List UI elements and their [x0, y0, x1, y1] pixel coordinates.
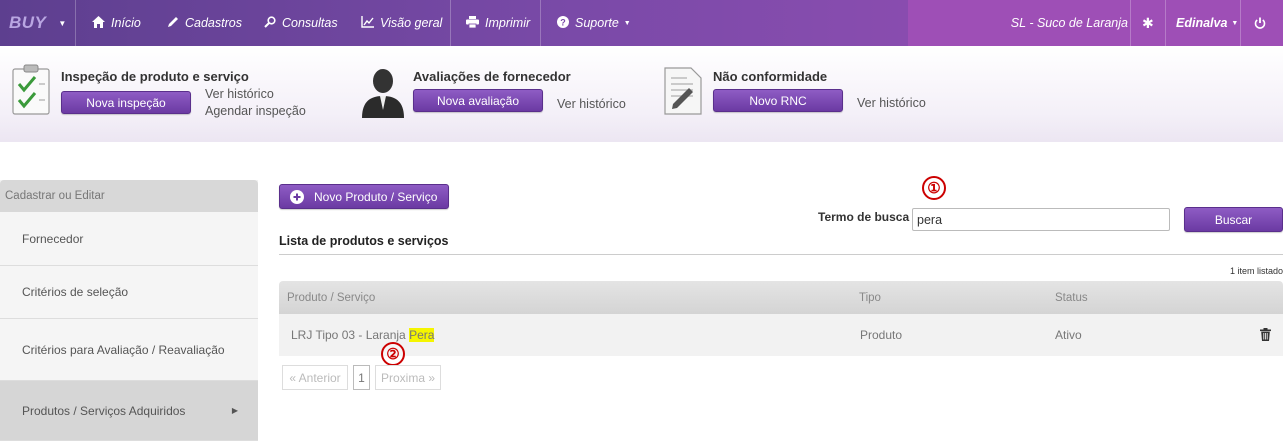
- search-highlight: Pera: [409, 328, 435, 342]
- new-evaluation-button[interactable]: Nova avaliação: [413, 89, 543, 112]
- search-button[interactable]: Buscar: [1184, 207, 1283, 232]
- nav-visao-geral-label: Visão geral: [380, 16, 443, 30]
- search-input[interactable]: [912, 208, 1170, 231]
- nav-consultas[interactable]: Consultas: [264, 0, 338, 46]
- company-name: SL - Suco de Laranja: [1010, 16, 1128, 30]
- rnc-history-link[interactable]: Ver histórico: [857, 96, 926, 110]
- sidebar-item-label: Fornecedor: [22, 231, 84, 246]
- trash-icon[interactable]: [1260, 328, 1271, 344]
- new-product-button[interactable]: Novo Produto / Serviço: [279, 184, 449, 209]
- inspection-history-link[interactable]: Ver histórico: [205, 87, 274, 101]
- nav-suporte-label: Suporte: [575, 16, 619, 30]
- evaluation-history-link[interactable]: Ver histórico: [557, 97, 626, 111]
- pagination-prev[interactable]: « Anterior: [282, 365, 348, 390]
- nav-inicio[interactable]: Início: [92, 0, 141, 46]
- annotation-2: ②: [381, 342, 405, 366]
- sidebar-item-label: Critérios para Avaliação / Reavaliação: [22, 342, 225, 357]
- chevron-down-icon: ▼: [1231, 19, 1239, 27]
- nav-inicio-label: Início: [111, 16, 141, 30]
- pagination-page-1[interactable]: 1: [353, 365, 370, 390]
- top-navbar: BUY ▼ Início Cadastros Consultas Visão g…: [0, 0, 1283, 46]
- sidebar-item-label: Produtos / Serviços Adquiridos: [22, 403, 186, 418]
- chevron-down-icon: ▼: [623, 19, 631, 27]
- nav-cadastros-label: Cadastros: [185, 16, 242, 30]
- nav-imprimir-label: Imprimir: [485, 16, 531, 30]
- nav-visao-geral[interactable]: Visão geral: [361, 0, 442, 46]
- home-icon: [92, 15, 105, 31]
- new-product-label: Novo Produto / Serviço: [314, 189, 438, 204]
- type-cell: Produto: [860, 328, 903, 342]
- user-avatar-icon: [360, 66, 406, 121]
- document-pencil-icon: [663, 66, 703, 119]
- power-icon[interactable]: [1254, 0, 1266, 46]
- quick-actions-band: Inspeção de produto e serviço Nova inspe…: [0, 46, 1283, 142]
- printer-icon: [466, 15, 479, 31]
- svg-text:?: ?: [560, 17, 566, 27]
- sidebar: Cadastrar ou Editar Fornecedor Critérios…: [0, 180, 258, 441]
- new-rnc-button[interactable]: Novo RNC: [713, 89, 843, 112]
- column-header-status[interactable]: Status: [1055, 281, 1088, 314]
- plus-circle-icon: [290, 189, 304, 204]
- chart-icon: [361, 15, 374, 31]
- help-icon: ?: [557, 15, 569, 31]
- list-title: Lista de produtos e serviços: [279, 234, 449, 248]
- chevron-down-icon: ▼: [58, 18, 67, 28]
- new-inspection-button[interactable]: Nova inspeção: [61, 91, 191, 114]
- table-header: Produto / Serviço Tipo Status: [279, 281, 1283, 314]
- gear-icon[interactable]: ✱: [1142, 0, 1154, 46]
- nav-imprimir[interactable]: Imprimir: [466, 0, 530, 46]
- inspection-title: Inspeção de produto e serviço: [61, 69, 249, 84]
- annotation-1: ①: [922, 176, 946, 200]
- brand-menu[interactable]: BUY ▼: [0, 0, 76, 46]
- schedule-inspection-link[interactable]: Agendar inspeção: [205, 104, 306, 118]
- user-name: Edinalva: [1176, 16, 1228, 30]
- pagination-next[interactable]: Proxima »: [375, 365, 441, 390]
- item-count: 1 item listado: [1229, 266, 1283, 276]
- nav-cadastros[interactable]: Cadastros: [167, 0, 242, 46]
- supplier-title: Avaliações de fornecedor: [413, 69, 571, 84]
- sidebar-item-criterios-selecao[interactable]: Critérios de seleção: [0, 266, 258, 319]
- column-header-type[interactable]: Tipo: [859, 281, 881, 314]
- divider: [279, 254, 1283, 255]
- nonconformity-title: Não conformidade: [713, 69, 828, 84]
- company-selector[interactable]: SL - Suco de Laranja: [1011, 0, 1128, 46]
- sidebar-item-produtos-servicos[interactable]: Produtos / Serviços Adquiridos ▶: [0, 381, 258, 441]
- sidebar-item-fornecedor[interactable]: Fornecedor: [0, 212, 258, 266]
- pencil-icon: [167, 16, 179, 31]
- clipboard-check-icon: [11, 64, 51, 119]
- app-logo: BUY: [9, 13, 47, 32]
- table-row[interactable]: LRJ Tipo 03 - Laranja Pera Produto Ativo: [279, 314, 1283, 356]
- sidebar-item-label: Critérios de seleção: [22, 285, 129, 299]
- nav-suporte[interactable]: ? Suporte ▼: [557, 0, 631, 46]
- sidebar-header: Cadastrar ou Editar: [0, 180, 258, 212]
- status-cell: Ativo: [1055, 328, 1082, 342]
- sidebar-item-criterios-avaliacao[interactable]: Critérios para Avaliação / Reavaliação: [0, 319, 258, 381]
- product-name-cell: LRJ Tipo 03 - Laranja Pera: [291, 314, 435, 356]
- user-menu[interactable]: Edinalva ▼: [1176, 0, 1238, 46]
- search-label: Termo de busca: [818, 210, 910, 224]
- chevron-right-icon: ▶: [231, 406, 238, 415]
- nav-consultas-label: Consultas: [282, 16, 338, 30]
- column-header-product[interactable]: Produto / Serviço: [287, 281, 375, 314]
- search-icon: [264, 15, 276, 31]
- product-name-text: LRJ Tipo 03 - Laranja: [291, 328, 410, 342]
